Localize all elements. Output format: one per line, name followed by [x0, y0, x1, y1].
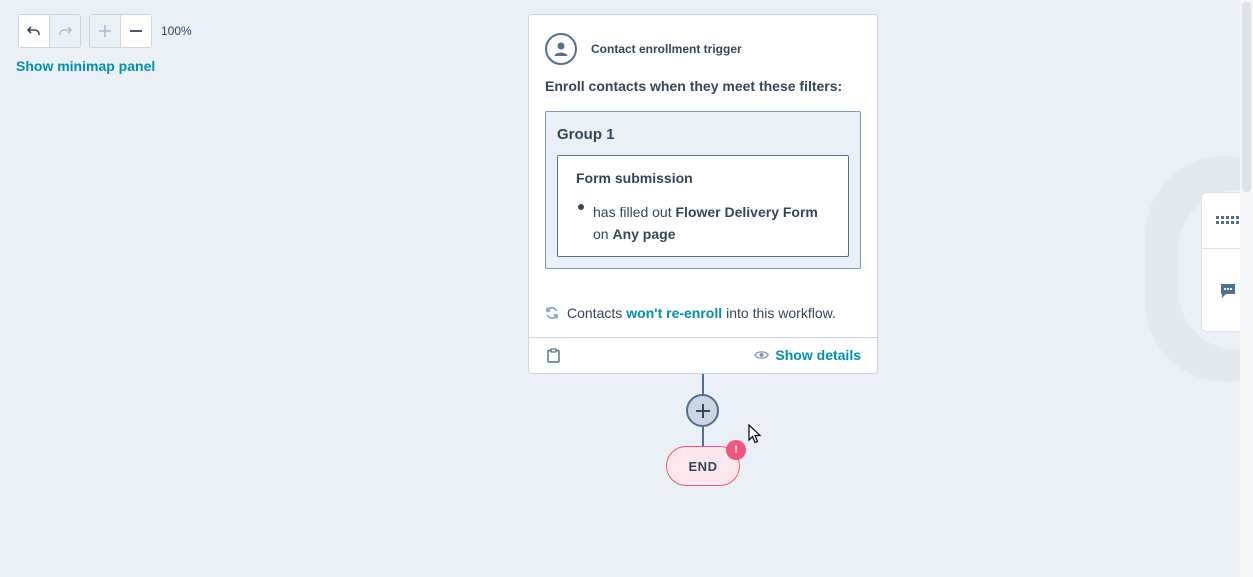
plus-icon [695, 403, 710, 418]
show-details-button[interactable]: Show details [754, 347, 861, 363]
scrollbar-thumb[interactable] [1242, 2, 1251, 192]
filter-form-name: Flower Delivery Form [675, 204, 818, 220]
clipboard-icon[interactable] [547, 348, 560, 368]
filter-page-line: on Any page [593, 226, 675, 242]
filter-card: Form submission has filled out Flower De… [557, 155, 849, 257]
connector-line [702, 427, 704, 447]
reenroll-suffix: into this workflow. [726, 305, 836, 321]
filter-condition-prefix: has filled out [593, 204, 672, 220]
card-footer: Show details [529, 337, 877, 373]
zoom-in-button[interactable] [90, 15, 120, 47]
filter-title: Form submission [576, 170, 693, 186]
mouse-cursor-icon [748, 424, 762, 444]
chat-bubble-icon [1221, 284, 1235, 298]
error-badge: ! [726, 440, 746, 460]
zoom-level: 100% [161, 24, 192, 38]
group-title: Group 1 [557, 126, 615, 143]
enroll-criteria-text: Enroll contacts when they meet these fil… [545, 78, 843, 94]
refresh-icon [546, 307, 558, 319]
reenroll-prefix: Contacts [567, 305, 623, 321]
zoom-in-icon [99, 25, 112, 37]
grid-dots-icon [1216, 215, 1239, 224]
show-details-label: Show details [775, 347, 861, 363]
eye-icon [754, 351, 770, 359]
add-action-button[interactable] [686, 394, 719, 427]
card-title: Contact enrollment trigger [591, 42, 742, 56]
filter-page-prefix: on [593, 226, 609, 242]
undo-button[interactable] [19, 15, 50, 47]
connector-line [702, 374, 704, 395]
reenroll-status: Contacts won't re-enroll into this workf… [545, 305, 836, 321]
bullet-icon [578, 204, 584, 210]
redo-icon [59, 26, 73, 35]
show-minimap-link[interactable]: Show minimap panel [16, 58, 155, 74]
undo-redo-group [18, 14, 81, 48]
filter-condition-line: has filled out Flower Delivery Form [593, 204, 818, 220]
filter-page-value: Any page [612, 226, 676, 242]
contact-avatar-icon [545, 33, 577, 65]
redo-button[interactable] [49, 15, 80, 47]
undo-icon [27, 26, 41, 35]
reenroll-settings-link[interactable]: won't re-enroll [626, 305, 722, 321]
enrollment-trigger-card[interactable]: Contact enrollment trigger Enroll contac… [528, 14, 878, 374]
zoom-out-icon [130, 30, 143, 32]
zoom-out-button[interactable] [120, 15, 151, 47]
zoom-group [89, 14, 152, 48]
filter-group: Group 1 Form submission has filled out F… [545, 111, 861, 269]
card-header: Contact enrollment trigger [545, 33, 742, 65]
